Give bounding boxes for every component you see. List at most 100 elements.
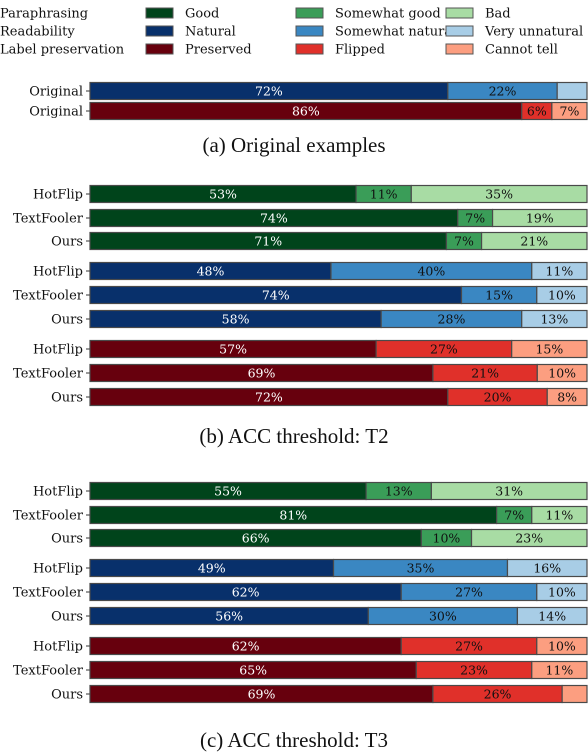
- legend-label-natural: Natural: [185, 25, 236, 40]
- data-label: 15%: [485, 288, 513, 303]
- data-label: 22%: [489, 84, 517, 99]
- legend-swatch-somewhat-good: [295, 7, 324, 19]
- data-label: 26%: [484, 687, 512, 702]
- data-label: 10%: [548, 366, 576, 381]
- data-label: 23%: [515, 531, 543, 546]
- bar-row-readability-textfooler: TextFooler 62% 27% 10%: [13, 582, 588, 602]
- legend-label-good: Good: [185, 7, 219, 22]
- data-label: 72%: [255, 390, 283, 405]
- category-label: Original: [29, 85, 83, 100]
- legend-swatch-natural: [145, 25, 174, 37]
- legend-swatch-good: [145, 7, 174, 19]
- data-label: 62%: [232, 639, 260, 654]
- data-label: 40%: [417, 264, 445, 279]
- data-label: 15%: [535, 342, 563, 357]
- category-label: HotFlip: [33, 265, 83, 280]
- category-label: Ours: [51, 235, 83, 250]
- legend-swatch-preserved: [145, 43, 174, 55]
- data-label: 23%: [460, 663, 488, 678]
- data-label: 81%: [279, 508, 307, 523]
- data-label: 31%: [495, 484, 523, 499]
- bar-segment: [561, 684, 588, 704]
- panel-caption: (b) ACC threshold: T2: [199, 424, 388, 448]
- panel-3: HotFlip 55% 13% 31% TextFooler 81% 7% 11% Ours 66…: [13, 481, 588, 752]
- data-label: 27%: [430, 342, 458, 357]
- category-label: TextFooler: [13, 367, 84, 382]
- data-label: 53%: [209, 187, 237, 202]
- panel-2: HotFlip 53% 11% 35% TextFooler 74% 7% 19% Ours 71…: [13, 184, 588, 448]
- category-label: Ours: [51, 688, 83, 703]
- bar-row-readability-ours: Ours 58% 28% 13%: [51, 309, 588, 329]
- legend-label-preserved: Preserved: [185, 43, 252, 58]
- data-label: 10%: [548, 639, 576, 654]
- data-label: 74%: [262, 288, 290, 303]
- legend-swatch-very-unnatural: [445, 25, 474, 37]
- legend: Paraphrasing Good Somewhat good Bad Readabil…: [0, 7, 583, 58]
- data-label: 74%: [260, 211, 288, 226]
- data-label: 21%: [471, 366, 499, 381]
- category-label: HotFlip: [33, 343, 83, 358]
- legend-label-cannot-tell: Cannot tell: [485, 43, 558, 58]
- legend-label-bad: Bad: [485, 7, 511, 22]
- data-label: 71%: [254, 234, 282, 249]
- data-label: 28%: [438, 312, 466, 327]
- stacked-bar-chart: Paraphrasing Good Somewhat good Bad Readabil…: [0, 7, 588, 752]
- bar-row-paraphrasing-ours: Ours 66% 10% 23%: [51, 528, 588, 548]
- bar-row-label-preservation-hotflip: HotFlip 57% 27% 15%: [33, 339, 588, 359]
- bar-row-paraphrasing-ours: Ours 71% 7% 21%: [51, 231, 588, 251]
- category-label: Ours: [51, 391, 83, 406]
- data-label: 8%: [557, 390, 577, 405]
- data-label: 86%: [292, 104, 320, 119]
- data-label: 62%: [232, 585, 260, 600]
- data-label: 14%: [538, 609, 566, 624]
- data-label: 35%: [485, 187, 513, 202]
- legend-group-readability: Readability: [0, 25, 75, 40]
- category-label: TextFooler: [13, 289, 84, 304]
- data-label: 7%: [465, 211, 485, 226]
- legend-label-very-unnatural: Very unnatural: [484, 25, 583, 40]
- data-label: 57%: [219, 342, 247, 357]
- data-label: 20%: [484, 390, 512, 405]
- data-label: 13%: [385, 484, 413, 499]
- data-label: 69%: [248, 687, 276, 702]
- data-label: 27%: [455, 585, 483, 600]
- data-label: 21%: [520, 234, 548, 249]
- chart-panels: Original 72% 22% Original 86% 6% 7% (a) Origina…: [13, 81, 588, 752]
- data-label: 11%: [545, 264, 573, 279]
- bar-row-label-preservation-textfooler: TextFooler 65% 23% 11%: [13, 660, 588, 680]
- category-label: TextFooler: [13, 586, 84, 601]
- category-label: TextFooler: [13, 664, 84, 679]
- bar-row-readability-original: Original 72% 22%: [29, 81, 588, 101]
- data-label: 35%: [407, 561, 435, 576]
- category-label: TextFooler: [13, 212, 84, 227]
- category-label: Ours: [51, 313, 83, 328]
- legend-swatch-cannot-tell: [445, 43, 474, 55]
- data-label: 16%: [533, 561, 561, 576]
- bar-row-readability-hotflip: HotFlip 49% 35% 16%: [33, 558, 588, 578]
- data-label: 7%: [504, 508, 524, 523]
- data-label: 13%: [540, 312, 568, 327]
- bar-row-paraphrasing-hotflip: HotFlip 55% 13% 31%: [33, 481, 588, 501]
- panel-caption: (c) ACC threshold: T3: [200, 728, 388, 752]
- bar-row-paraphrasing-textfooler: TextFooler 74% 7% 19%: [13, 208, 588, 228]
- data-label: 69%: [248, 366, 276, 381]
- data-label: 56%: [215, 609, 243, 624]
- legend-swatch-bad: [445, 7, 474, 19]
- bar-row-label-preservation-hotflip: HotFlip 62% 27% 10%: [33, 636, 588, 656]
- bar-row-paraphrasing-hotflip: HotFlip 53% 11% 35%: [33, 184, 588, 204]
- data-label: 30%: [429, 609, 457, 624]
- panel-caption: (a) Original examples: [202, 133, 385, 157]
- category-label: Ours: [51, 532, 83, 547]
- bar-row-label-preservation-original: Original 86% 6% 7%: [29, 101, 588, 121]
- data-label: 55%: [214, 484, 242, 499]
- data-label: 10%: [548, 585, 576, 600]
- bar-row-label-preservation-textfooler: TextFooler 69% 21% 10%: [13, 363, 588, 383]
- legend-swatch-flipped: [295, 43, 324, 55]
- data-label: 7%: [560, 104, 580, 119]
- category-label: Ours: [51, 610, 83, 625]
- bar-row-paraphrasing-textfooler: TextFooler 81% 7% 11%: [13, 505, 588, 525]
- legend-label-somewhat-natural: Somewhat natural: [335, 25, 456, 40]
- category-label: TextFooler: [13, 509, 84, 524]
- data-label: 65%: [239, 663, 267, 678]
- category-label: HotFlip: [33, 640, 83, 655]
